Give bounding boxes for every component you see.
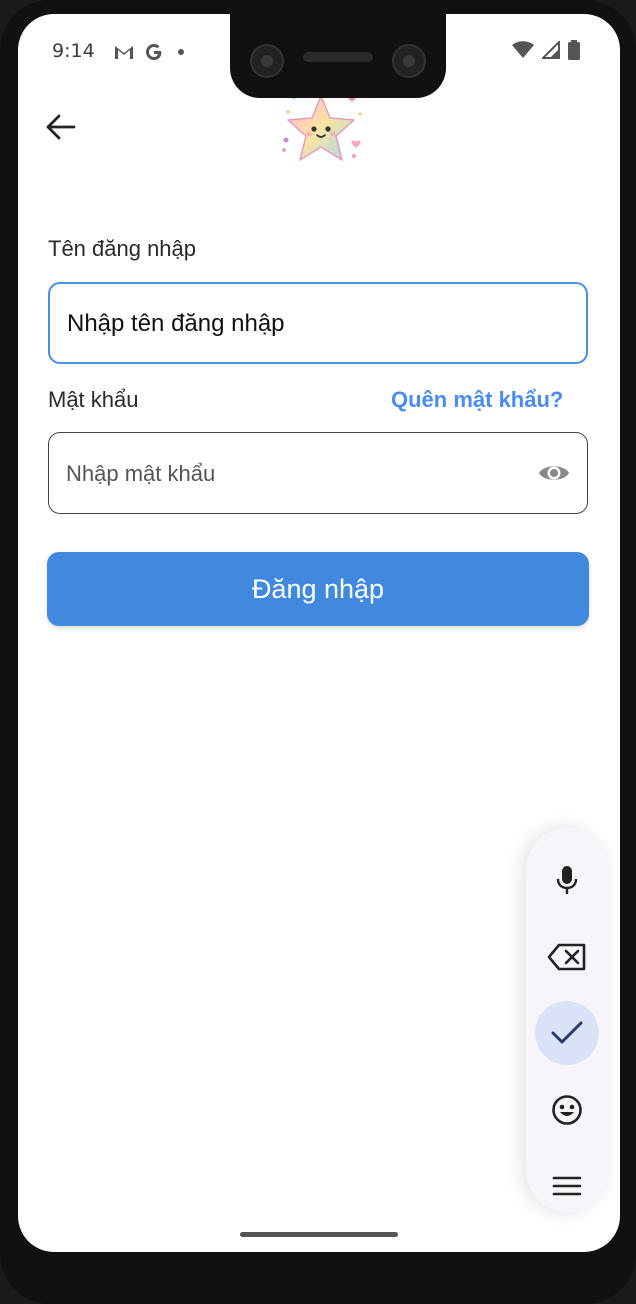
menu-icon — [552, 1176, 582, 1196]
gmail-icon — [115, 46, 133, 59]
username-label: Tên đăng nhập — [48, 236, 197, 261]
google-icon — [146, 44, 162, 60]
keyboard-toolbar — [526, 828, 608, 1212]
forgot-password-link[interactable]: Quên mật khẩu? — [391, 387, 563, 413]
password-placeholder: Nhập mật khẩu — [66, 461, 216, 486]
phone-frame: 9:14 Tên đăng nhập Nhập tên đăng nhập Mậ… — [0, 0, 636, 1304]
camera-notch — [230, 14, 446, 98]
microphone-icon — [556, 866, 578, 894]
eye-icon[interactable] — [537, 459, 571, 487]
signal-icon — [542, 41, 560, 59]
check-button[interactable] — [535, 1001, 599, 1065]
username-field[interactable]: Nhập tên đăng nhập — [48, 282, 588, 364]
emoji-button[interactable] — [535, 1078, 599, 1142]
backspace-button[interactable] — [535, 925, 599, 989]
dot-icon — [178, 49, 184, 55]
status-time: 9:14 — [52, 40, 95, 62]
wifi-icon — [512, 41, 534, 58]
arrow-left-icon[interactable] — [46, 114, 76, 140]
microphone-button[interactable] — [535, 848, 599, 912]
backspace-icon — [547, 943, 586, 971]
username-value: Nhập tên đăng nhập — [67, 310, 285, 337]
home-indicator[interactable] — [240, 1232, 398, 1237]
check-icon — [551, 1021, 583, 1044]
status-notifications — [114, 42, 188, 62]
battery-icon — [568, 40, 580, 60]
status-system — [512, 40, 580, 60]
front-camera-right — [392, 44, 426, 78]
login-button[interactable]: Đăng nhập — [47, 552, 589, 626]
earpiece-speaker — [303, 52, 373, 62]
screen: 9:14 Tên đăng nhập Nhập tên đăng nhập Mậ… — [18, 14, 620, 1252]
password-label: Mật khẩu — [48, 387, 139, 412]
menu-button[interactable] — [535, 1154, 599, 1218]
password-field[interactable]: Nhập mật khẩu — [48, 432, 588, 514]
emoji-icon — [552, 1095, 582, 1125]
front-camera-left — [250, 44, 284, 78]
